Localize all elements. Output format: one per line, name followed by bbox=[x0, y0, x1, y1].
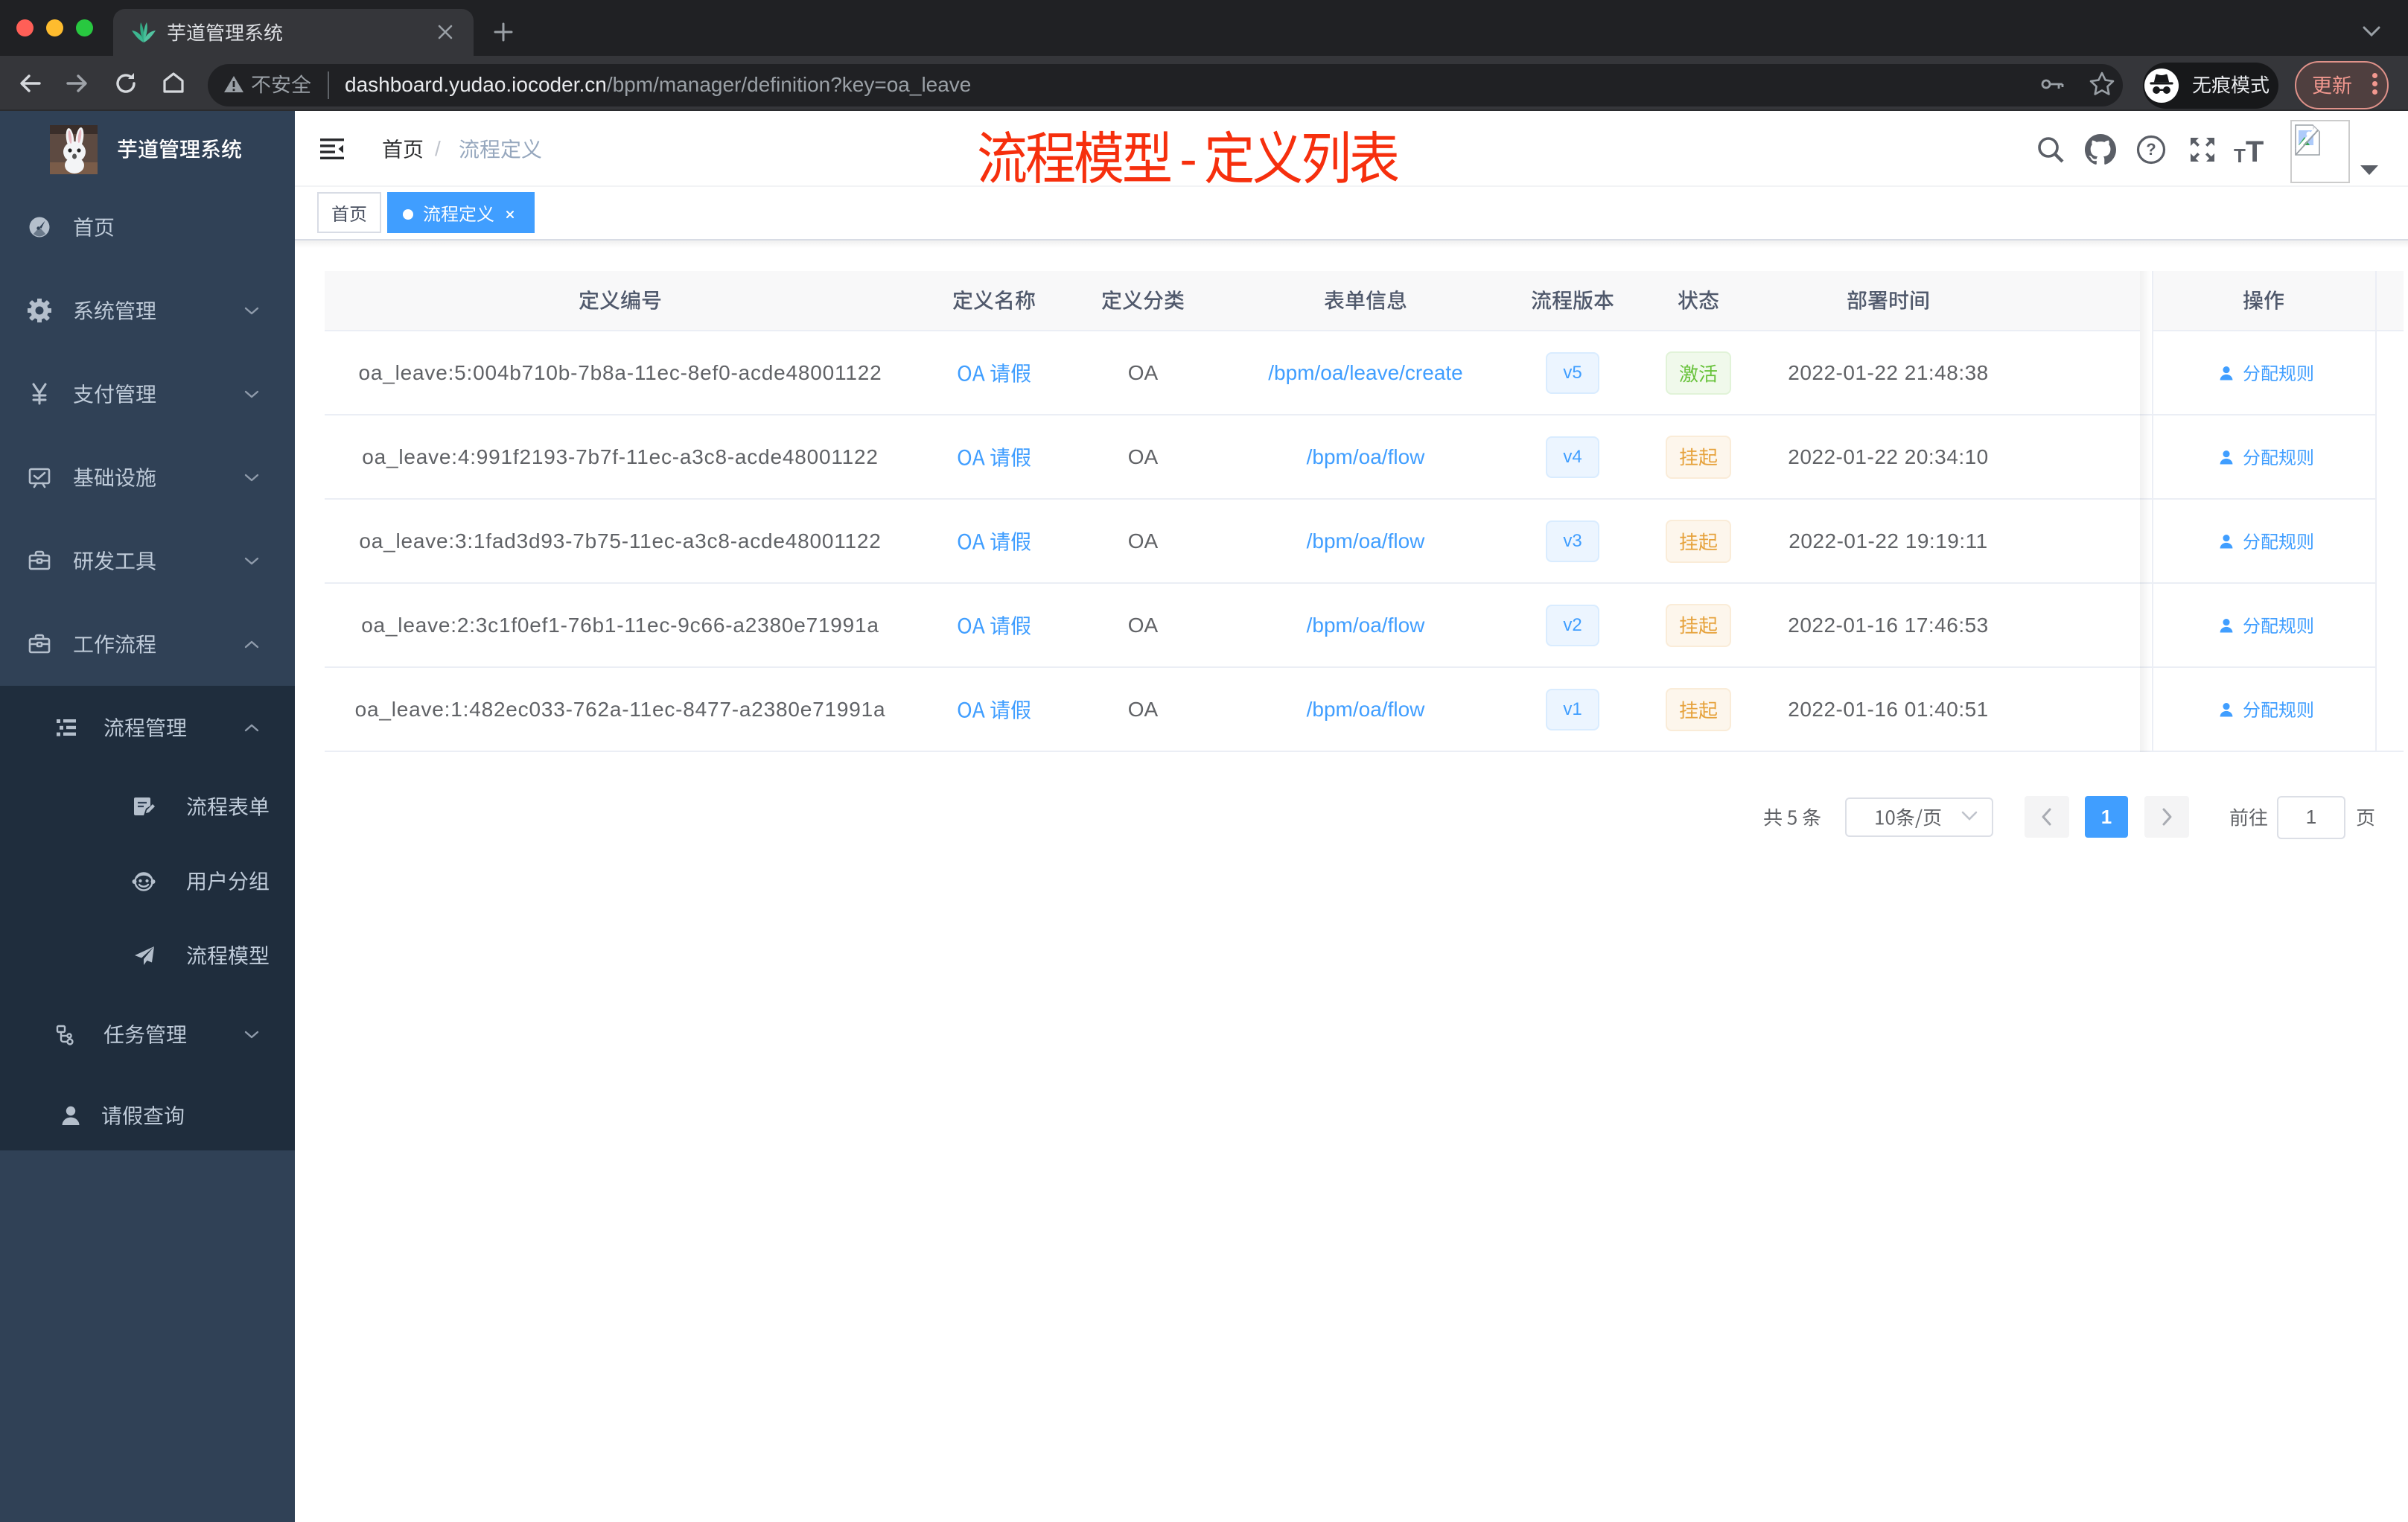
svg-text:?: ? bbox=[2146, 140, 2156, 159]
